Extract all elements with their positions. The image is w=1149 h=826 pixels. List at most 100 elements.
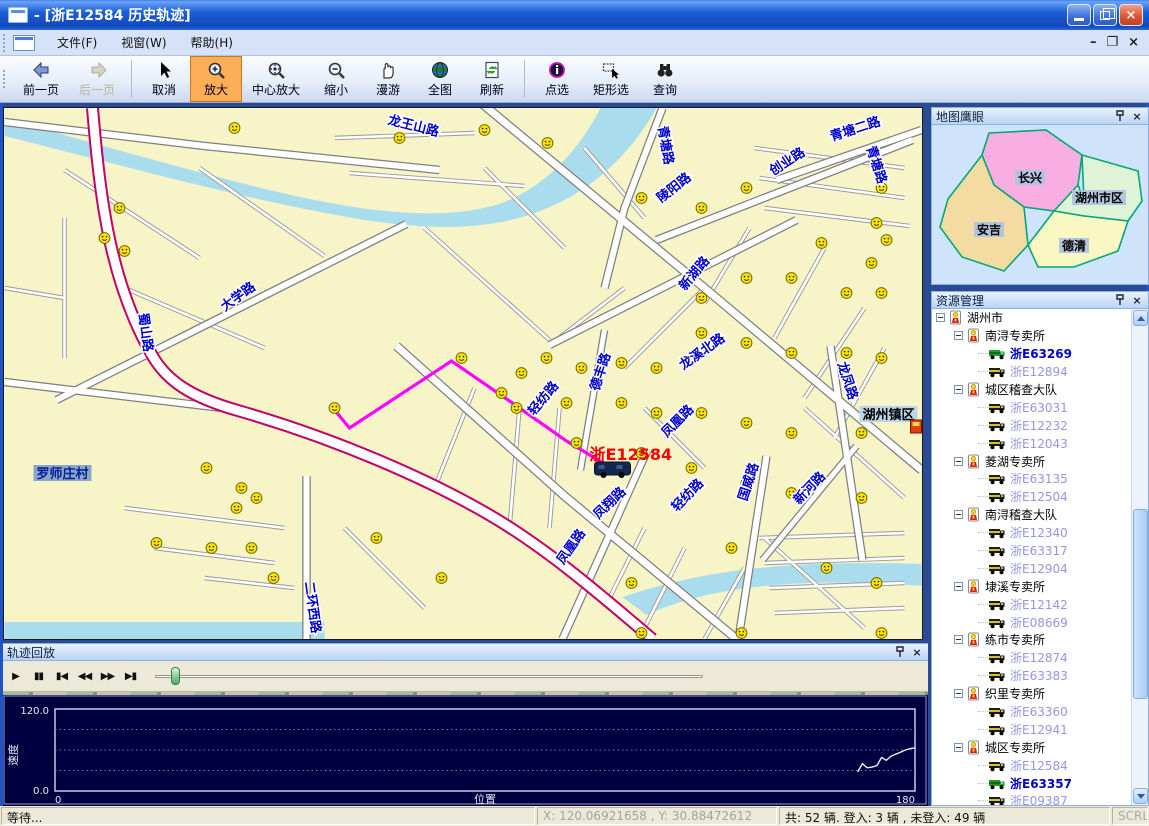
toolbar-button-pan-hand[interactable]: 漫游 — [362, 56, 414, 102]
tree-item-label[interactable]: 南浔稽查大队 — [985, 506, 1057, 523]
tree-item-label[interactable]: 浙E12941 — [1010, 721, 1068, 738]
vehicle-smiley-marker[interactable] — [696, 203, 707, 214]
vehicle-smiley-marker[interactable] — [541, 353, 552, 364]
tree-item-label[interactable]: 埭溪专卖所 — [985, 578, 1045, 595]
toolbar-button-refresh[interactable]: 刷新 — [466, 56, 518, 102]
tree-item-label[interactable]: 浙E63383 — [1010, 667, 1068, 684]
vehicle-smiley-marker[interactable] — [686, 463, 697, 474]
vehicle-smiley-marker[interactable] — [786, 348, 797, 359]
menu-file[interactable]: 文件(F) — [45, 30, 109, 55]
vehicle-smiley-marker[interactable] — [329, 403, 340, 414]
vehicle-smiley-marker[interactable] — [251, 493, 262, 504]
vehicle-smiley-marker[interactable] — [881, 235, 892, 246]
tree-collapse-icon[interactable] — [954, 457, 963, 466]
vehicle-smiley-marker[interactable] — [479, 125, 490, 136]
vehicle-smiley-marker[interactable] — [696, 293, 707, 304]
tree-item-label[interactable]: 浙E63317 — [1010, 542, 1068, 559]
tree-item-label[interactable]: 菱湖专卖所 — [985, 453, 1045, 470]
tree-item-label[interactable]: 浙E08669 — [1010, 614, 1068, 631]
vehicle-smiley-marker[interactable] — [511, 403, 522, 414]
vehicle-smiley-marker[interactable] — [394, 133, 405, 144]
minimize-button[interactable] — [1067, 4, 1091, 26]
tree-collapse-icon[interactable] — [954, 689, 963, 698]
menu-help[interactable]: 帮助(H) — [179, 30, 245, 55]
vehicle-smiley-marker[interactable] — [436, 573, 447, 584]
toolbar-button-rect-select[interactable]: 矩形选 — [583, 56, 639, 102]
vehicle-smiley-marker[interactable] — [741, 418, 752, 429]
tree-item-label[interactable]: 湖州市 — [967, 309, 1003, 326]
vehicle-smiley-marker[interactable] — [841, 348, 852, 359]
vehicle-smiley-marker[interactable] — [866, 258, 877, 269]
vehicle-smiley-marker[interactable] — [741, 183, 752, 194]
map-canvas[interactable]: 龙王山路青塘二路创业路青塘路青塘路陵阳路新湖路大学路蜀山路德丰路龙溪北路轻纺路凤… — [3, 107, 923, 640]
vehicle-smiley-marker[interactable] — [576, 363, 587, 374]
vehicle-smiley-marker[interactable] — [651, 408, 662, 419]
tree-item-label[interactable]: 浙E12504 — [1010, 488, 1068, 505]
rewind-button[interactable]: ◀◀ — [74, 665, 95, 687]
tree-item-label[interactable]: 浙E12584 — [1010, 757, 1068, 774]
vehicle-smiley-marker[interactable] — [696, 328, 707, 339]
scroll-up-icon[interactable] — [1133, 310, 1148, 326]
vehicle-smiley-marker[interactable] — [876, 628, 887, 639]
tree-item-label[interactable]: 南浔专卖所 — [985, 327, 1045, 344]
tree-item-label[interactable]: 浙E12232 — [1010, 417, 1068, 434]
tree-collapse-icon[interactable] — [954, 582, 963, 591]
skip-end-button[interactable]: ▶▮ — [120, 665, 141, 687]
pause-button[interactable]: ▮▮ — [28, 665, 49, 687]
vehicle-smiley-marker[interactable] — [736, 628, 747, 639]
tree-item-label[interactable]: 练市专卖所 — [985, 631, 1045, 648]
vehicle-smiley-marker[interactable] — [542, 138, 553, 149]
menu-view[interactable]: 视窗(W) — [109, 30, 178, 55]
fast-forward-button[interactable]: ▶▶ — [97, 665, 118, 687]
scroll-thumb[interactable] — [1133, 509, 1148, 699]
vehicle-smiley-marker[interactable] — [876, 353, 887, 364]
tree-collapse-icon[interactable] — [954, 385, 963, 394]
vehicle-smiley-marker[interactable] — [456, 353, 467, 364]
toolbar-button-zoom-center[interactable]: 中心放大 — [242, 56, 310, 102]
eagle-eye-map[interactable]: 长兴 湖州市区 安吉 德清 — [931, 125, 1149, 285]
tree-item-label[interactable]: 城区专卖所 — [985, 739, 1045, 756]
toolbar-button-zoom-out[interactable]: 缩小 — [310, 56, 362, 102]
tree-item-label[interactable]: 浙E63269 — [1010, 345, 1072, 362]
close-icon[interactable]: × — [910, 645, 924, 659]
mdi-close-button[interactable]: × — [1128, 35, 1139, 50]
toolbar-button-arrow-left[interactable]: 前一页 — [13, 56, 69, 102]
tree-collapse-icon[interactable] — [936, 313, 945, 322]
tree-item-label[interactable]: 浙E63031 — [1010, 399, 1068, 416]
vehicle-smiley-marker[interactable] — [871, 578, 882, 589]
mdi-minimize-button[interactable]: – — [1090, 35, 1097, 50]
vehicle-smiley-marker[interactable] — [616, 398, 627, 409]
vehicle-smiley-marker[interactable] — [856, 493, 867, 504]
tree-item-label[interactable]: 浙E12874 — [1010, 649, 1068, 666]
vehicle-smiley-marker[interactable] — [236, 483, 247, 494]
vehicle-smiley-marker[interactable] — [636, 628, 647, 639]
tree-collapse-icon[interactable] — [954, 331, 963, 340]
pin-icon[interactable] — [893, 645, 907, 659]
close-icon[interactable]: × — [1130, 293, 1144, 307]
pin-icon[interactable] — [1113, 293, 1127, 307]
vehicle-smiley-marker[interactable] — [726, 543, 737, 554]
vehicle-smiley-marker[interactable] — [821, 563, 832, 574]
skip-start-button[interactable]: ▮◀ — [51, 665, 72, 687]
scroll-down-icon[interactable] — [1133, 788, 1148, 804]
tree-item-label[interactable]: 织里专卖所 — [985, 685, 1045, 702]
playback-slider[interactable] — [155, 666, 703, 686]
toolbar-button-globe[interactable]: 全图 — [414, 56, 466, 102]
tree-item-label[interactable]: 浙E12904 — [1010, 560, 1068, 577]
tree-item-label[interactable]: 浙E63360 — [1010, 703, 1068, 720]
toolbar-button-cursor[interactable]: 取消 — [138, 56, 190, 102]
vehicle-smiley-marker[interactable] — [114, 203, 125, 214]
tree-item-label[interactable]: 城区稽查大队 — [985, 381, 1057, 398]
vehicle-smiley-marker[interactable] — [856, 428, 867, 439]
tree-collapse-icon[interactable] — [954, 743, 963, 752]
vehicle-smiley-marker[interactable] — [496, 388, 507, 399]
vehicle-smiley-marker[interactable] — [871, 218, 882, 229]
vehicle-smiley-marker[interactable] — [151, 538, 162, 549]
vehicle-smiley-marker[interactable] — [229, 123, 240, 134]
vehicle-smiley-marker[interactable] — [99, 233, 110, 244]
vehicle-smiley-marker[interactable] — [371, 533, 382, 544]
vehicle-smiley-marker[interactable] — [786, 428, 797, 439]
tree-scrollbar[interactable] — [1131, 309, 1148, 805]
vehicle-smiley-marker[interactable] — [816, 238, 827, 249]
vehicle-smiley-marker[interactable] — [841, 288, 852, 299]
